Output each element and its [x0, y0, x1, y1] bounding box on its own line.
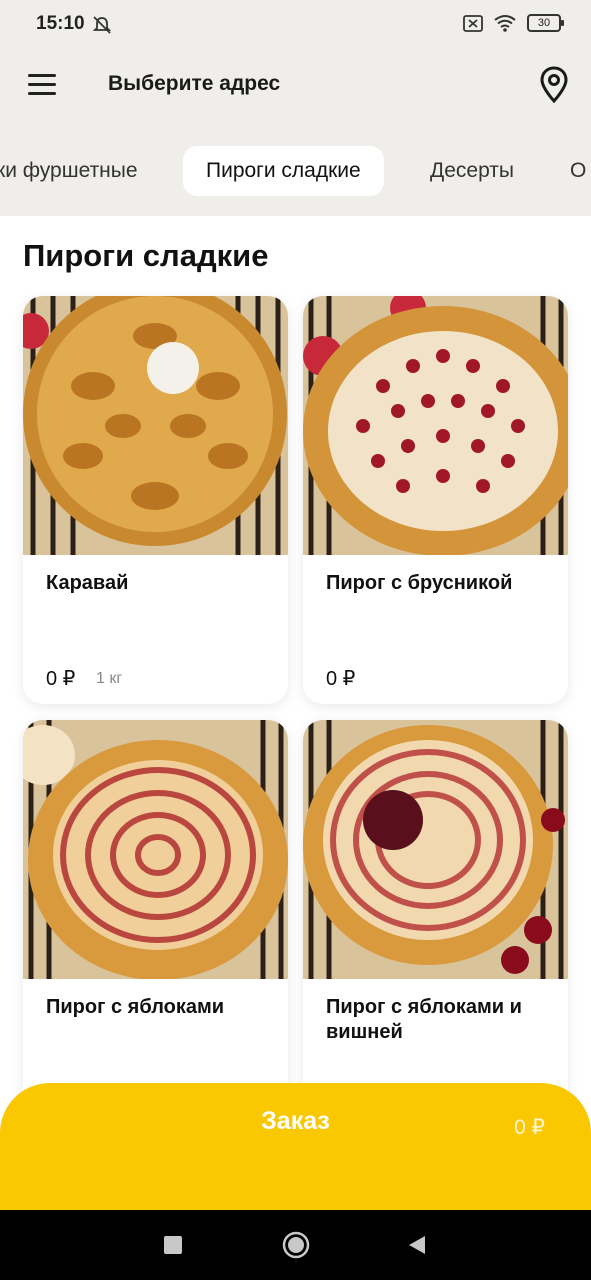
tab-other[interactable]: О [570, 146, 586, 196]
status-bar: 15:10 30 [0, 0, 591, 42]
tab-furshet[interactable]: ки фуршетные [0, 146, 138, 196]
product-price: 0 ₽ [326, 668, 356, 690]
status-icons: 30 [463, 14, 564, 32]
recent-apps-icon[interactable] [164, 1236, 182, 1254]
product-price: 0 ₽ [46, 668, 76, 690]
product-image [23, 296, 288, 555]
product-name: Пирог с яблоками и вишней [326, 996, 522, 1043]
tab-sweet-pies[interactable]: Пироги сладкие [183, 146, 384, 196]
product-card[interactable]: Пирог с брусникой 0 ₽ [303, 296, 568, 704]
address-selector[interactable]: Выберите адрес [108, 72, 280, 96]
order-total: 0 ₽ [514, 1116, 545, 1139]
map-pin-icon[interactable] [539, 66, 569, 104]
category-tabs[interactable]: ки фуршетные Пироги сладкие Десерты О [0, 128, 591, 216]
product-image [303, 296, 568, 555]
product-name: Пирог с брусникой [326, 572, 513, 594]
product-image [303, 720, 568, 979]
product-weight: 1 кг [96, 670, 123, 687]
product-name: Каравай [46, 572, 129, 594]
dnd-off-icon [92, 16, 112, 34]
section-title: Пироги сладкие [23, 238, 269, 273]
app-header: Выберите адрес [0, 42, 591, 128]
product-image [23, 720, 288, 979]
product-name: Пирог с яблоками [46, 996, 225, 1018]
back-icon[interactable] [407, 1234, 427, 1256]
tab-desserts[interactable]: Десерты [430, 146, 514, 196]
product-card[interactable]: Каравай 0 ₽ 1 кг [23, 296, 288, 704]
system-nav-bar [0, 1210, 591, 1280]
sim-error-icon [463, 14, 483, 32]
product-card[interactable]: Пирог с яблоками и вишней [303, 720, 568, 1120]
battery-icon: 30 [527, 14, 564, 32]
product-card[interactable]: Пирог с яблоками [23, 720, 288, 1120]
wifi-icon [494, 15, 516, 32]
home-icon[interactable] [282, 1231, 310, 1259]
order-label: Заказ [261, 1107, 330, 1135]
battery-level: 30 [537, 17, 551, 29]
order-button[interactable]: Заказ 0 ₽ [0, 1083, 591, 1210]
status-time: 15:10 [36, 13, 85, 34]
hamburger-menu-icon[interactable] [28, 74, 56, 96]
